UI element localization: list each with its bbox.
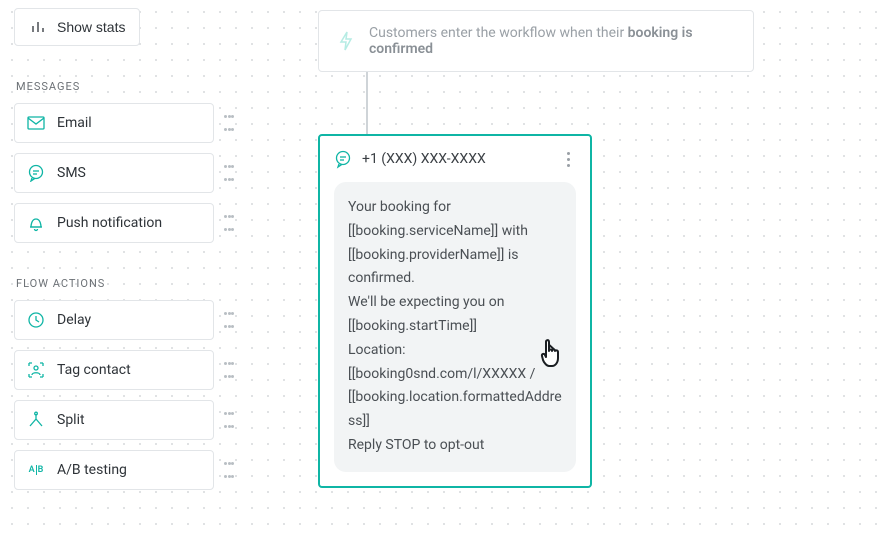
palette-delay-label: Delay: [57, 312, 91, 328]
kebab-menu-icon[interactable]: [560, 152, 576, 167]
palette-push-label: Push notification: [57, 215, 162, 231]
show-stats-button[interactable]: Show stats: [14, 8, 140, 46]
lightning-icon: [337, 32, 355, 50]
split-icon: [27, 411, 45, 429]
entry-prefix: Customers enter the workflow when their: [369, 25, 628, 41]
drag-handle-icon[interactable]: [224, 412, 234, 428]
show-stats-label: Show stats: [57, 19, 125, 35]
entry-description: Customers enter the workflow when their …: [369, 25, 735, 57]
sms-node-card[interactable]: +1 (XXX) XXX-XXXX Your booking for [[boo…: [318, 134, 592, 488]
sidebar: Show stats MESSAGES Email SMS: [14, 8, 234, 500]
palette-split-label: Split: [57, 412, 85, 428]
sms-icon: [27, 164, 45, 182]
email-icon: [27, 114, 45, 132]
sms-card-header: +1 (XXX) XXX-XXXX: [334, 150, 576, 168]
drag-handle-icon[interactable]: [224, 165, 234, 181]
drag-handle-icon[interactable]: [224, 462, 234, 478]
bell-icon: [27, 214, 45, 232]
palette-delay[interactable]: Delay: [14, 300, 214, 340]
stats-icon: [29, 18, 47, 36]
sms-from-number: +1 (XXX) XXX-XXXX: [362, 151, 550, 167]
clock-icon: [27, 311, 45, 329]
ab-testing-icon: AB: [27, 461, 45, 479]
palette-ab-testing[interactable]: AB A/B testing: [14, 450, 214, 490]
sms-icon: [334, 150, 352, 168]
palette-sms-label: SMS: [57, 165, 86, 181]
drag-handle-icon[interactable]: [224, 115, 234, 131]
tag-contact-icon: [27, 361, 45, 379]
messages-section-label: MESSAGES: [16, 80, 234, 93]
sms-message-body: Your booking for [[booking.serviceName]]…: [334, 182, 576, 472]
connector-line: [366, 72, 368, 134]
palette-ab-label: A/B testing: [57, 462, 127, 478]
palette-tag-contact[interactable]: Tag contact: [14, 350, 214, 390]
flow-actions-section-label: FLOW ACTIONS: [16, 277, 234, 290]
palette-sms[interactable]: SMS: [14, 153, 214, 193]
drag-handle-icon[interactable]: [224, 312, 234, 328]
palette-split[interactable]: Split: [14, 400, 214, 440]
palette-tag-label: Tag contact: [57, 362, 131, 378]
drag-handle-icon[interactable]: [224, 215, 234, 231]
workflow-entry-card[interactable]: Customers enter the workflow when their …: [318, 10, 754, 72]
workflow-canvas: Customers enter the workflow when their …: [318, 10, 754, 488]
palette-email-label: Email: [57, 115, 92, 131]
drag-handle-icon[interactable]: [224, 362, 234, 378]
palette-push[interactable]: Push notification: [14, 203, 214, 243]
palette-email[interactable]: Email: [14, 103, 214, 143]
